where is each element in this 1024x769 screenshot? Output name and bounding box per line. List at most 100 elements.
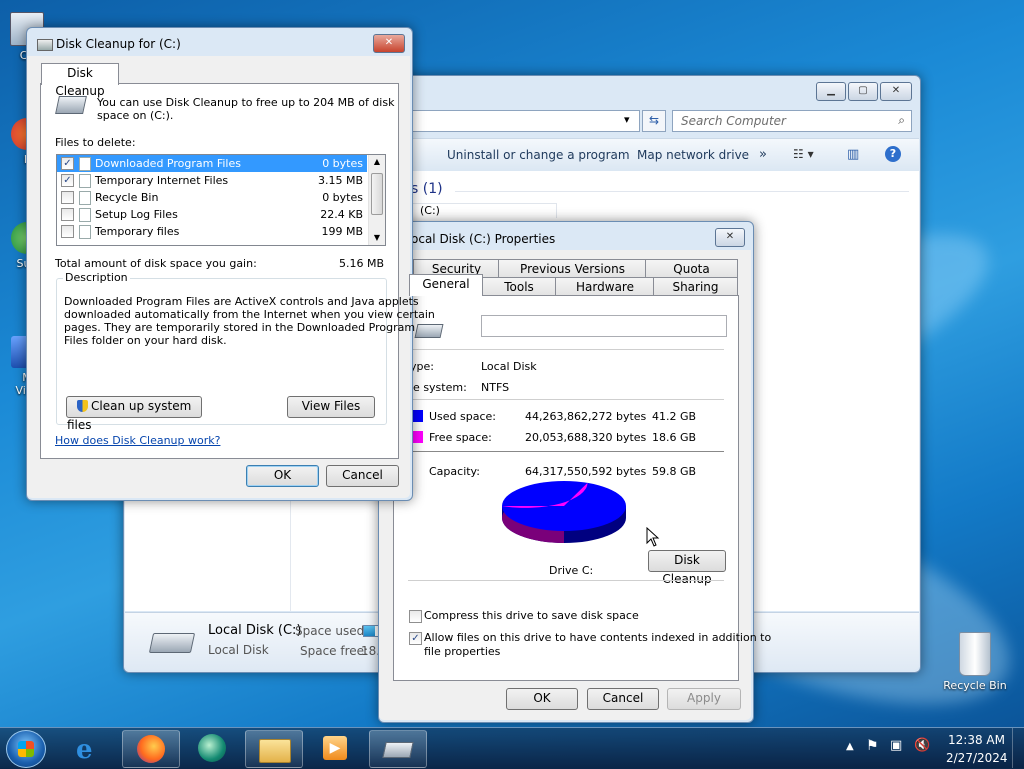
desktop-icon-recycle-bin[interactable]: Recycle Bin	[940, 632, 1010, 692]
search-input[interactable]: Search Computer	[681, 114, 786, 128]
taskbar-media-player[interactable]: ▶	[307, 730, 363, 766]
file-name: Temporary Internet Files	[95, 174, 229, 187]
space-used-bar-fill	[364, 626, 376, 636]
file-checkbox[interactable]	[61, 191, 74, 204]
folder-icon	[259, 739, 291, 763]
file-size: 199 MB	[321, 225, 363, 238]
clock-time[interactable]: 12:38 AM	[948, 733, 1005, 747]
recycle-bin-icon	[959, 632, 991, 676]
ok-button[interactable]: OK	[506, 688, 578, 710]
chevron-down-icon[interactable]: ▾	[624, 113, 630, 126]
start-button[interactable]	[6, 730, 46, 768]
tab-tools[interactable]: Tools	[481, 277, 557, 296]
shield-icon	[77, 400, 88, 412]
taskbar-internet-explorer[interactable]: e	[62, 730, 118, 766]
tab-label: Quota	[673, 262, 710, 276]
volume-muted-icon[interactable]: 🔇	[914, 738, 930, 753]
show-desktop-button[interactable]	[1012, 728, 1024, 768]
show-hidden-icons-icon[interactable]: ▲	[846, 741, 854, 752]
file-list-row[interactable]: Setup Log Files 22.4 KB	[57, 206, 367, 223]
files-list-scrollbar[interactable]: ▲ ▼	[368, 155, 385, 245]
free-space-bytes: 20,053,688,320 bytes	[525, 431, 647, 444]
drive-tile[interactable]: (C:)	[407, 203, 557, 218]
clean-up-system-files-button[interactable]: Clean up system files	[66, 396, 202, 432]
file-list-row[interactable]: Temporary files 199 MB	[57, 223, 367, 240]
taskbar-explorer[interactable]	[245, 730, 303, 768]
action-center-flag-icon[interactable]: ⚑	[866, 738, 879, 754]
cancel-button[interactable]: Cancel	[587, 688, 659, 710]
files-to-delete-label: Files to delete:	[55, 136, 136, 149]
network-icon[interactable]: ▣	[890, 738, 902, 753]
index-label-continued: file properties	[424, 645, 501, 658]
file-checkbox[interactable]: ✓	[61, 174, 74, 187]
help-icon[interactable]: ?	[885, 146, 901, 162]
close-button[interactable]: ✕	[373, 34, 405, 53]
used-space-label: Used space:	[429, 410, 497, 423]
maximize-button[interactable]: ▢	[848, 82, 878, 101]
group-header: s (1)	[411, 181, 443, 197]
tab-sharing[interactable]: Sharing	[653, 277, 738, 296]
group-divider	[455, 191, 909, 192]
file-list-row[interactable]: ✓ Downloaded Program Files 0 bytes	[57, 155, 367, 172]
file-list-row[interactable]: Recycle Bin 0 bytes	[57, 189, 367, 206]
tab-previous-versions[interactable]: Previous Versions	[498, 259, 647, 278]
more-commands-button[interactable]: »	[759, 147, 767, 162]
file-type-icon	[79, 174, 91, 188]
tab-quota[interactable]: Quota	[645, 259, 738, 278]
file-checkbox[interactable]	[61, 208, 74, 221]
tab-hardware[interactable]: Hardware	[555, 277, 655, 296]
desktop-icon-label: Recycle Bin	[943, 679, 1007, 692]
file-list-row[interactable]: ✓ Temporary Internet Files 3.15 MB	[57, 172, 367, 189]
file-type-icon	[79, 225, 91, 239]
free-space-label: Free space:	[429, 431, 492, 444]
details-drive-name: Local Disk (C:)	[208, 623, 302, 638]
taskbar-disk-cleanup[interactable]	[369, 730, 427, 768]
disk-cleanup-button[interactable]: Disk Cleanup	[648, 550, 726, 586]
capacity-bytes: 64,317,550,592 bytes	[525, 465, 647, 478]
total-label: Total amount of disk space you gain:	[55, 257, 257, 270]
properties-title: ocal Disk (C:) Properties	[411, 232, 556, 246]
map-network-drive-button[interactable]: Map network drive	[637, 148, 749, 162]
total-value: 5.16 MB	[339, 257, 385, 270]
details-drive-type: Local Disk	[208, 643, 269, 657]
taskbar-media-app[interactable]	[184, 730, 240, 766]
close-button[interactable]: ✕	[880, 82, 912, 101]
disk-cleanup-title: Disk Cleanup for (C:)	[56, 37, 181, 51]
scroll-down-icon[interactable]: ▼	[369, 231, 385, 245]
address-bar[interactable]	[404, 110, 640, 132]
taskbar-firefox[interactable]	[122, 730, 180, 768]
ok-button[interactable]: OK	[246, 465, 319, 487]
capacity-gb: 59.8 GB	[652, 465, 697, 478]
file-system-value: NTFS	[481, 381, 510, 394]
type-label: ype:	[410, 360, 434, 373]
compress-label: Compress this drive to save disk space	[424, 609, 639, 622]
uninstall-program-button[interactable]: Uninstall or change a program	[447, 148, 630, 162]
index-checkbox[interactable]: ✓	[409, 632, 422, 645]
view-options-icon[interactable]: ☷ ▾	[793, 147, 814, 161]
scrollbar-thumb[interactable]	[371, 173, 383, 215]
index-label: Allow files on this drive to have conten…	[424, 631, 772, 644]
minimize-button[interactable]: ▁	[816, 82, 846, 101]
drive-icon	[148, 633, 196, 653]
scroll-up-icon[interactable]: ▲	[369, 155, 385, 169]
clock-date[interactable]: 2/27/2024	[946, 751, 1008, 765]
tab-general[interactable]: General	[409, 274, 483, 296]
separator	[408, 580, 724, 581]
view-files-button[interactable]: View Files	[287, 396, 375, 418]
how-does-disk-cleanup-work-link[interactable]: How does Disk Cleanup work?	[55, 434, 220, 447]
apply-button[interactable]: Apply	[667, 688, 741, 710]
disk-cleanup-icon	[382, 742, 414, 758]
drive-name-field[interactable]	[481, 315, 727, 337]
disk-cleanup-dialog: Disk Cleanup for (C:) ✕ Disk Cleanup You…	[26, 27, 435, 501]
file-checkbox[interactable]	[61, 225, 74, 238]
compress-checkbox[interactable]	[409, 610, 422, 623]
file-name: Downloaded Program Files	[95, 157, 241, 170]
preview-pane-icon[interactable]: ▥	[847, 147, 859, 162]
files-list[interactable]: ✓ Downloaded Program Files 0 bytes ✓ Tempora…	[56, 154, 386, 246]
refresh-button[interactable]: ⇆	[642, 110, 666, 132]
cancel-button[interactable]: Cancel	[326, 465, 399, 487]
tab-disk-cleanup[interactable]: Disk Cleanup	[41, 63, 119, 98]
file-checkbox[interactable]: ✓	[61, 157, 74, 170]
close-button[interactable]: ✕	[715, 228, 745, 247]
search-box[interactable]: Search Computer ⌕	[672, 110, 912, 132]
